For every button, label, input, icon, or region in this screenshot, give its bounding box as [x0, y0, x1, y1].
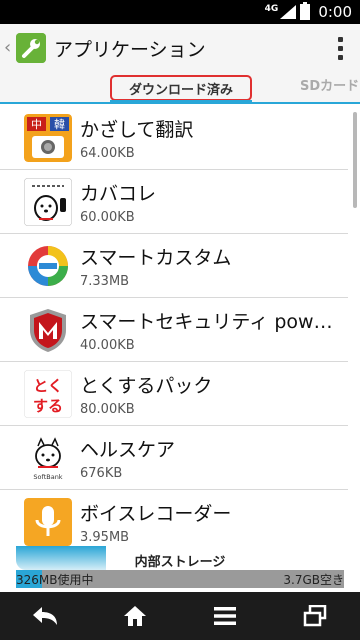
svg-text:SoftBank: SoftBank [33, 473, 62, 481]
svg-text:中: 中 [31, 118, 42, 131]
settings-wrench-icon[interactable] [16, 33, 46, 63]
cover-collection-dog-icon [24, 177, 72, 226]
storage-free-text: 3.7GB空き [283, 573, 344, 587]
menu-button[interactable] [195, 592, 255, 640]
list-item[interactable]: 中 韓 かざして翻訳 64.00KB [0, 106, 348, 170]
list-item[interactable]: SoftBank ヘルスケア 676KB [0, 426, 348, 490]
storage-panel: 内部ストレージ 326MB使用中 3.7GB空き [0, 546, 360, 592]
app-name: スマートセキュリティ powered by McAfee [80, 310, 344, 333]
recent-apps-button[interactable] [285, 592, 345, 640]
menu-icon [214, 607, 236, 625]
svg-text:する: する [33, 397, 63, 415]
signal-icon [280, 5, 297, 19]
list-item[interactable]: スマートカスタム 7.33MB [0, 234, 348, 298]
list-item[interactable]: とく する とくするパック 80.00KB [0, 362, 348, 426]
app-name: ボイスレコーダー [80, 502, 232, 525]
app-name: とくするパック [80, 374, 213, 397]
back-button[interactable] [15, 592, 75, 640]
app-name: スマートカスタム [80, 246, 232, 269]
app-size: 60.00KB [80, 209, 135, 225]
list-item[interactable]: カバコレ 60.00KB [0, 170, 348, 234]
tokusuru-pack-icon: とく する [24, 369, 72, 418]
svg-text:韓: 韓 [54, 118, 65, 131]
tab-indicator [110, 100, 252, 104]
storage-label: 内部ストレージ [134, 555, 226, 570]
app-name: ヘルスケア [80, 438, 176, 461]
back-arrow-icon [33, 607, 57, 625]
app-name: カバコレ [80, 182, 157, 205]
clock: 0:00 [318, 3, 352, 21]
translate-camera-icon: 中 韓 [24, 113, 72, 162]
home-button[interactable] [105, 592, 165, 640]
battery-icon [300, 2, 311, 20]
smart-custom-icon [24, 241, 72, 290]
home-icon [124, 606, 146, 626]
up-chevron-icon[interactable]: ‹ [4, 24, 14, 72]
storage-used-text: 326MB使用中 [16, 573, 94, 587]
tab-downloaded[interactable]: ダウンロード済み [110, 75, 252, 101]
app-size: 80.00KB [80, 401, 135, 417]
softbank-dog-icon: SoftBank [24, 433, 72, 482]
tab-bar: ダウンロード済み SDカード [0, 72, 360, 104]
app-size: 7.33MB [80, 273, 130, 289]
app-size: 40.00KB [80, 337, 135, 353]
microphone-icon [24, 497, 72, 546]
status-bar: 4G 0:00 [0, 0, 360, 24]
page-title: アプリケーション [54, 38, 206, 61]
app-name: かざして翻訳 [80, 118, 194, 141]
tab-sd-card[interactable]: SDカード [300, 72, 359, 102]
navigation-bar [0, 592, 360, 640]
action-bar: ‹ アプリケーション [0, 24, 360, 72]
app-size: 676KB [80, 465, 123, 481]
mcafee-shield-icon [24, 305, 72, 354]
overflow-menu-icon[interactable] [320, 24, 360, 72]
list-item[interactable]: スマートセキュリティ powered by McAfee 40.00KB [0, 298, 348, 362]
network-type: 4G [264, 4, 279, 14]
app-list: 中 韓 かざして翻訳 64.00KB カバコレ 60.00KB スマートカスタム… [0, 106, 360, 546]
recent-apps-icon [303, 605, 327, 627]
list-item[interactable]: ボイスレコーダー 3.95MB [0, 490, 348, 546]
svg-text:とく: とく [33, 377, 63, 395]
list-scrollbar[interactable] [353, 112, 357, 208]
app-size: 3.95MB [80, 529, 130, 545]
app-size: 64.00KB [80, 145, 135, 161]
